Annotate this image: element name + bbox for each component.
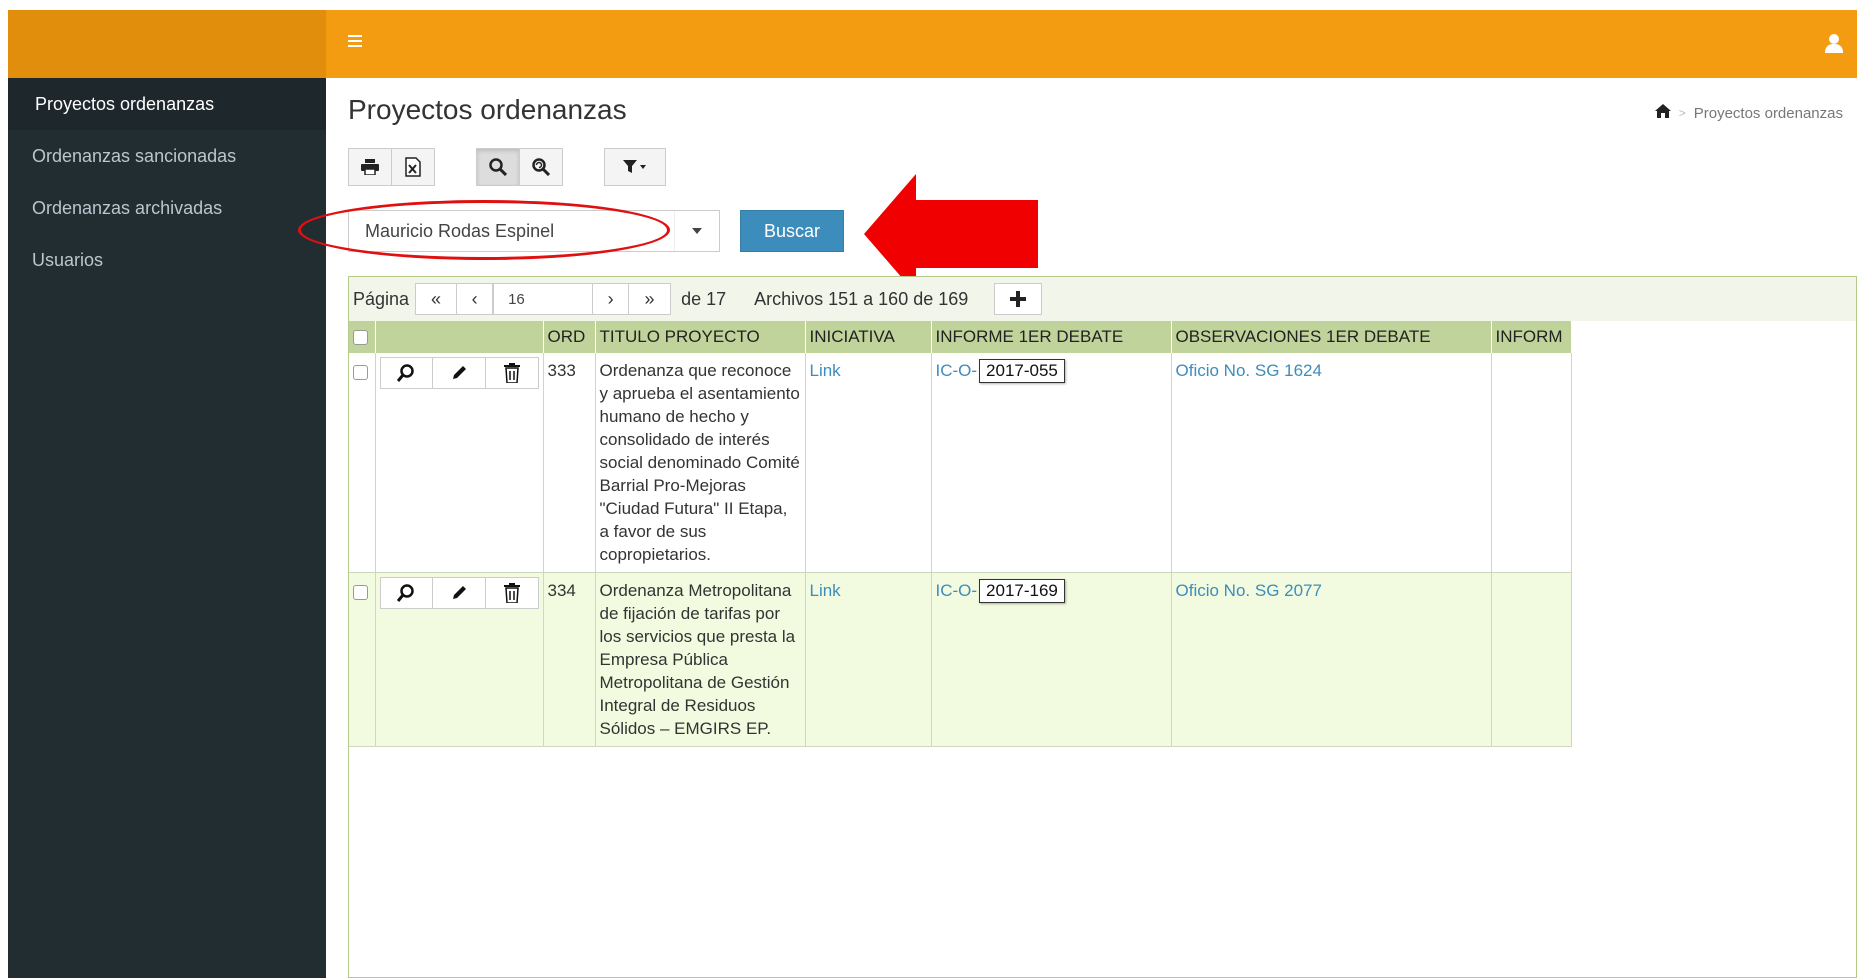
row-action-group xyxy=(379,577,539,609)
observaciones-link[interactable]: Oficio No. SG 2077 xyxy=(1176,581,1322,600)
main-content: Proyectos ordenanzas > Proyectos ordenan… xyxy=(298,78,1857,978)
informe-code-tooltip: 2017-055 xyxy=(979,359,1065,383)
top-navbar xyxy=(8,10,1857,78)
row-select-cell xyxy=(349,353,376,573)
search-icon[interactable] xyxy=(476,148,520,186)
cell-titulo: Ordenanza Metropolitana de fijación de t… xyxy=(595,572,806,747)
sidebar-item-archivadas[interactable]: Ordenanzas archivadas xyxy=(8,182,326,234)
iniciativa-link[interactable]: Link xyxy=(810,581,841,600)
user-icon[interactable] xyxy=(1823,32,1845,54)
breadcrumb-separator: > xyxy=(1678,106,1686,120)
pager: Página « ‹ › » de 17 Archivos 151 a 160 … xyxy=(349,277,1856,321)
last-page-button[interactable]: » xyxy=(629,283,672,315)
observaciones-link[interactable]: Oficio No. SG 1624 xyxy=(1176,361,1322,380)
informe-link[interactable]: IC-O- xyxy=(936,361,978,380)
column-header-observaciones[interactable]: OBSERVACIONES 1ER DEBATE xyxy=(1171,321,1492,353)
excel-icon[interactable] xyxy=(391,148,435,186)
next-page-button[interactable]: › xyxy=(593,283,630,315)
informe-link[interactable]: IC-O- xyxy=(936,581,978,600)
cell-informe: IC-O- 2017-055 xyxy=(931,353,1172,573)
sidebar-item-usuarios[interactable]: Usuarios xyxy=(8,234,326,286)
column-header-informe[interactable]: INFORME 1ER DEBATE xyxy=(931,321,1172,353)
table-header-row: ORD TITULO PROYECTO INICIATIVA INFORME 1… xyxy=(349,321,1572,353)
column-header-titulo[interactable]: TITULO PROYECTO xyxy=(595,321,806,353)
home-icon[interactable] xyxy=(1654,104,1671,122)
cell-ord: 334 xyxy=(543,572,596,747)
view-icon[interactable] xyxy=(381,578,434,608)
page-title: Proyectos ordenanzas xyxy=(348,94,627,125)
breadcrumb-current: Proyectos ordenanzas xyxy=(1693,104,1843,122)
prev-page-button[interactable]: ‹ xyxy=(457,283,494,315)
zoom-reset-icon[interactable] xyxy=(519,148,563,186)
print-icon[interactable] xyxy=(348,148,392,186)
row-checkbox[interactable] xyxy=(353,365,368,380)
search-button[interactable]: Buscar xyxy=(740,210,844,252)
edit-icon[interactable] xyxy=(433,358,486,388)
iniciativa-link[interactable]: Link xyxy=(810,361,841,380)
row-actions xyxy=(375,572,544,747)
cell-iniciativa: Link xyxy=(805,572,932,747)
records-info: Archivos 151 a 160 de 169 xyxy=(754,288,969,309)
plus-icon[interactable] xyxy=(994,283,1043,315)
cell-iniciativa: Link xyxy=(805,353,932,573)
author-select-value: Mauricio Rodas Espinel xyxy=(365,220,555,241)
data-grid: Página « ‹ › » de 17 Archivos 151 a 160 … xyxy=(348,276,1857,978)
select-all-checkbox[interactable] xyxy=(353,330,368,346)
cell-titulo: Ordenanza que reconoce y aprueba el asen… xyxy=(595,353,806,573)
column-header-iniciativa[interactable]: INICIATIVA xyxy=(805,321,932,353)
table-row: 334 Ordenanza Metropolitana de fijación … xyxy=(349,572,1572,747)
pager-total: de 17 xyxy=(681,288,727,309)
projects-table: ORD TITULO PROYECTO INICIATIVA INFORME 1… xyxy=(349,321,1572,747)
page-number-input[interactable] xyxy=(493,283,594,315)
filter-icon[interactable] xyxy=(604,148,666,186)
brand-area xyxy=(8,10,326,78)
sidebar-item-sancionadas[interactable]: Ordenanzas sancionadas xyxy=(8,130,326,182)
table-row: 333 Ordenanza que reconoce y aprueba el … xyxy=(349,353,1572,573)
cell-informe: IC-O- 2017-169 xyxy=(931,572,1172,747)
row-actions xyxy=(375,353,544,573)
pager-label: Página xyxy=(353,288,410,309)
column-header-ord[interactable]: ORD xyxy=(543,321,596,353)
sidebar-item-proyectos[interactable]: Proyectos ordenanzas xyxy=(8,78,326,130)
column-header-informe-2[interactable]: INFORM xyxy=(1491,321,1572,353)
cell-informe-2 xyxy=(1491,572,1572,747)
trash-icon[interactable] xyxy=(486,358,538,388)
trash-icon[interactable] xyxy=(486,578,538,608)
hamburger-icon[interactable] xyxy=(348,32,362,52)
cell-observaciones: Oficio No. SG 1624 xyxy=(1171,353,1492,573)
informe-code-tooltip: 2017-169 xyxy=(979,579,1065,603)
sidebar: Proyectos ordenanzas Ordenanzas sanciona… xyxy=(8,78,326,978)
select-all-header[interactable] xyxy=(349,321,376,353)
row-action-group xyxy=(379,357,539,389)
cell-observaciones: Oficio No. SG 2077 xyxy=(1171,572,1492,747)
cell-informe-2 xyxy=(1491,353,1572,573)
breadcrumb: > Proyectos ordenanzas xyxy=(1654,104,1843,122)
cell-ord: 333 xyxy=(543,353,596,573)
row-select-cell xyxy=(349,572,376,747)
first-page-button[interactable]: « xyxy=(415,283,458,315)
chevron-down-icon[interactable] xyxy=(674,211,719,251)
app-frame: Proyectos ordenanzas Ordenanzas sanciona… xyxy=(8,10,1857,978)
actions-header xyxy=(375,321,544,353)
author-select[interactable]: Mauricio Rodas Espinel xyxy=(348,210,720,252)
row-checkbox[interactable] xyxy=(353,585,368,600)
edit-icon[interactable] xyxy=(433,578,486,608)
view-icon[interactable] xyxy=(381,358,434,388)
